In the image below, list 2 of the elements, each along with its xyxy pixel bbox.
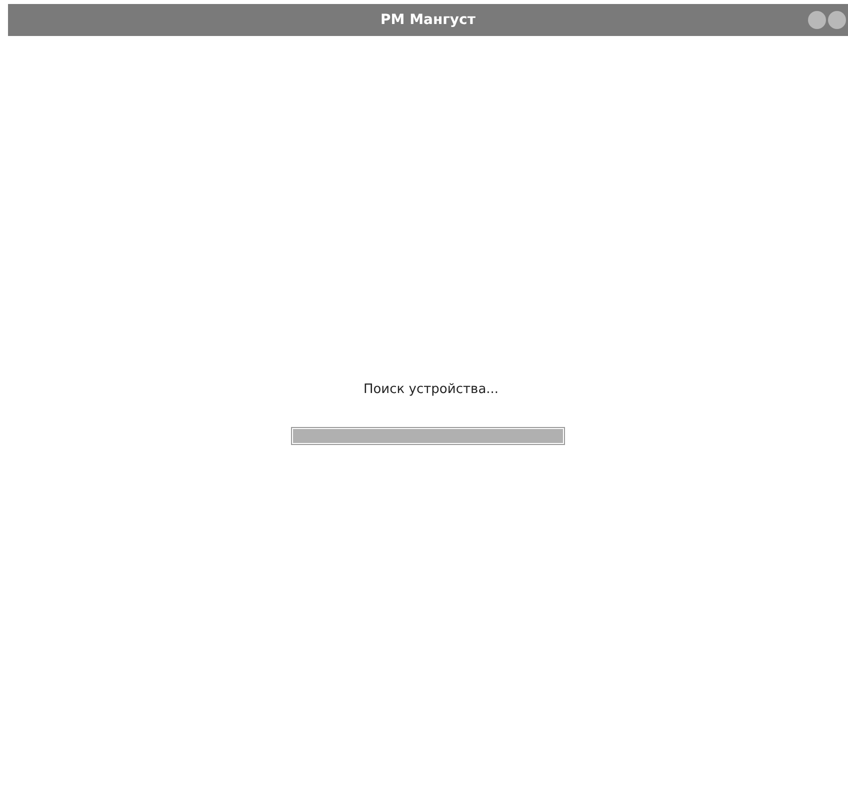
status-message: Поиск устройства... bbox=[363, 382, 499, 397]
window-title: PM Мангуст bbox=[380, 12, 476, 28]
